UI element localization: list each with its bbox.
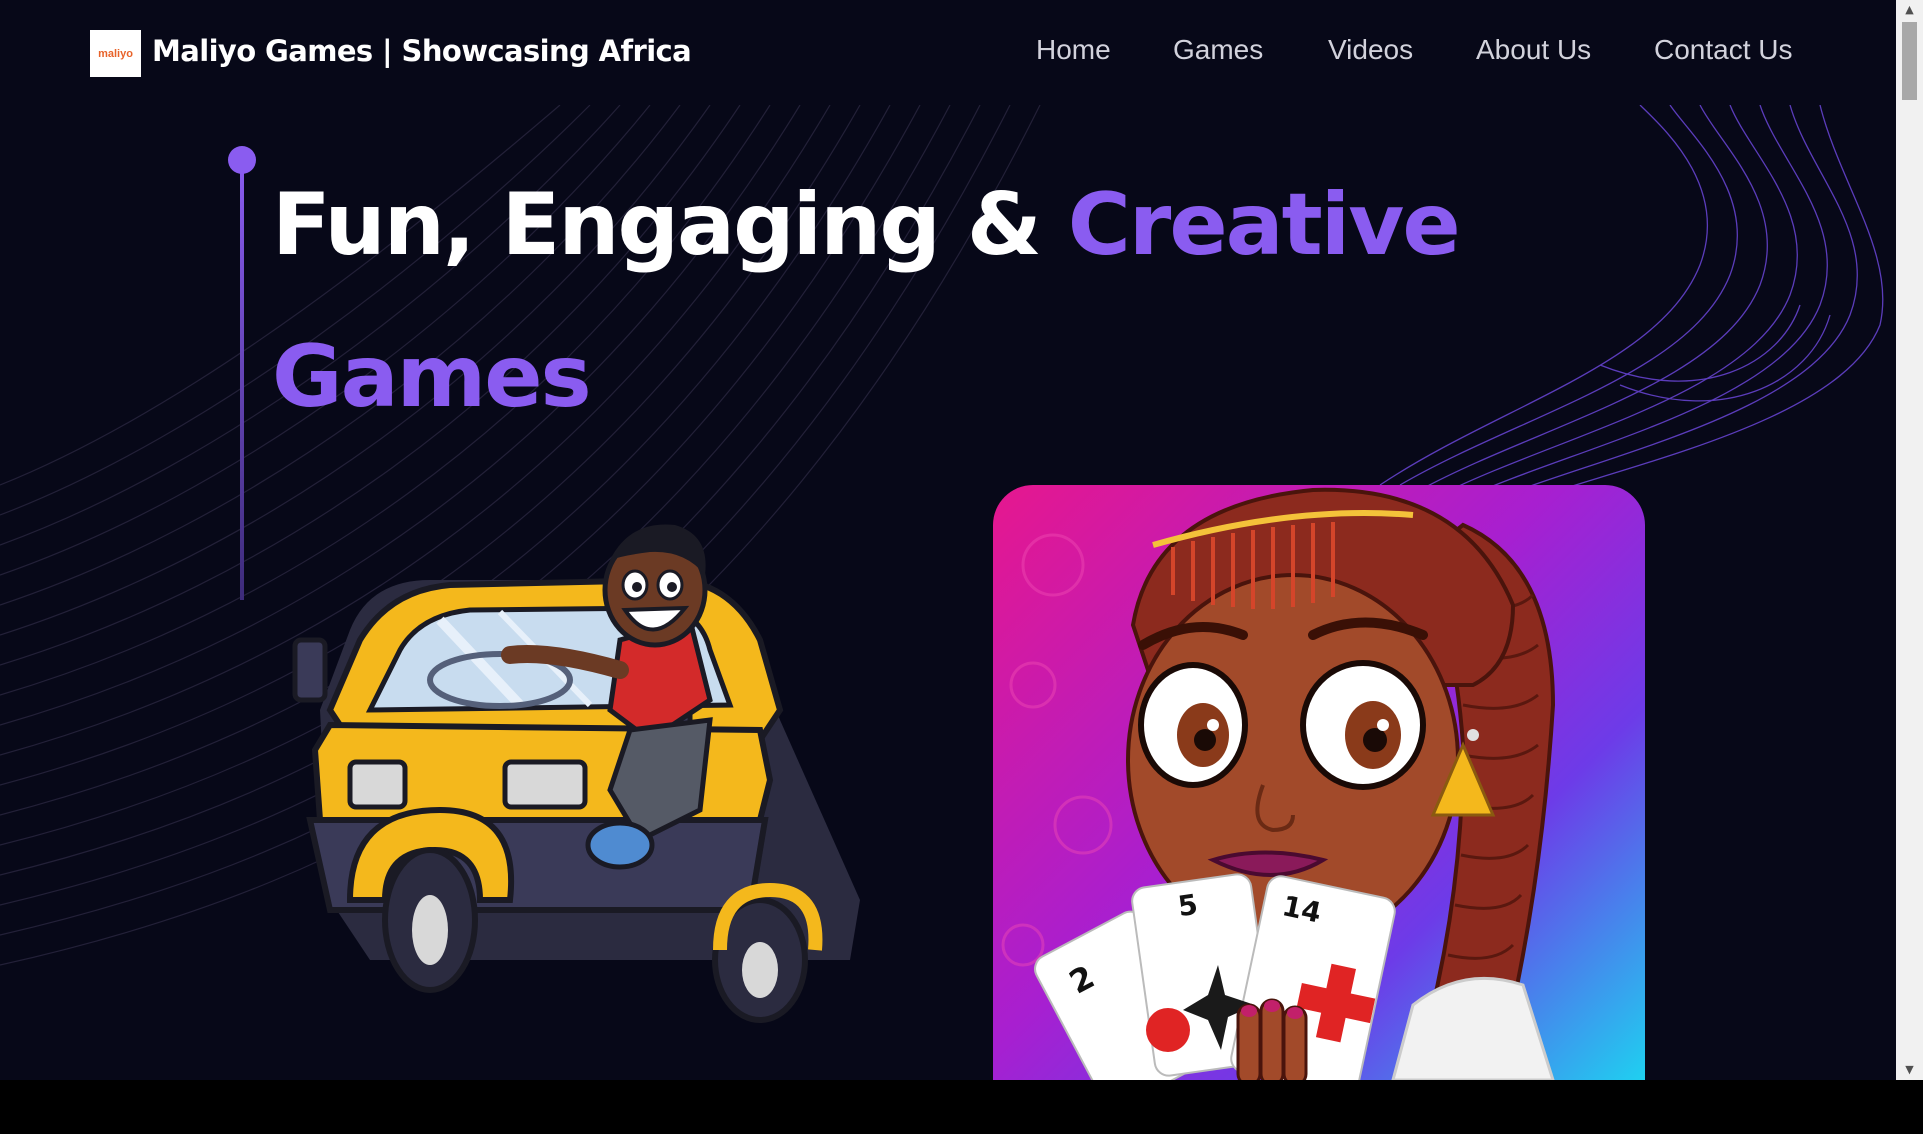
hero-headline-line-2: Games: [272, 327, 592, 427]
scroll-up-arrow-icon[interactable]: ▲: [1896, 0, 1923, 20]
site-logo[interactable]: maliyo: [90, 30, 141, 77]
hero-headline-accent: Creative: [1067, 175, 1461, 275]
timeline-dot: [228, 146, 256, 174]
nav-link-contact-us[interactable]: Contact Us: [1654, 34, 1793, 66]
nav-link-games[interactable]: Games: [1173, 34, 1263, 66]
scroll-down-arrow-icon[interactable]: ▼: [1896, 1060, 1923, 1080]
logo-text: maliyo: [98, 47, 133, 60]
hero-headline-line-1: Fun, Engaging & Creative: [272, 175, 1461, 275]
nav-link-about-us[interactable]: About Us: [1476, 34, 1591, 66]
site-title[interactable]: Maliyo Games | Showcasing Africa: [152, 34, 692, 68]
card-game-character-art: 2 5 14: [1001, 487, 1556, 1080]
nav-link-videos[interactable]: Videos: [1328, 34, 1413, 66]
bottom-black-bar: [0, 1080, 1923, 1134]
page-scrollbar[interactable]: ▲ ▼: [1896, 0, 1923, 1080]
hero-headline-text: Fun, Engaging &: [272, 175, 1068, 275]
timeline-line: [240, 160, 244, 600]
nav-link-home[interactable]: Home: [1036, 34, 1111, 66]
page-viewport: maliyo Maliyo Games | Showcasing Africa …: [0, 0, 1896, 1080]
top-navbar: maliyo Maliyo Games | Showcasing Africa …: [0, 0, 1896, 105]
scrollbar-thumb[interactable]: [1902, 22, 1917, 100]
card-game-illustration[interactable]: 2 5 14: [993, 485, 1645, 1080]
tuktuk-driver-illustration[interactable]: [290, 480, 890, 1040]
